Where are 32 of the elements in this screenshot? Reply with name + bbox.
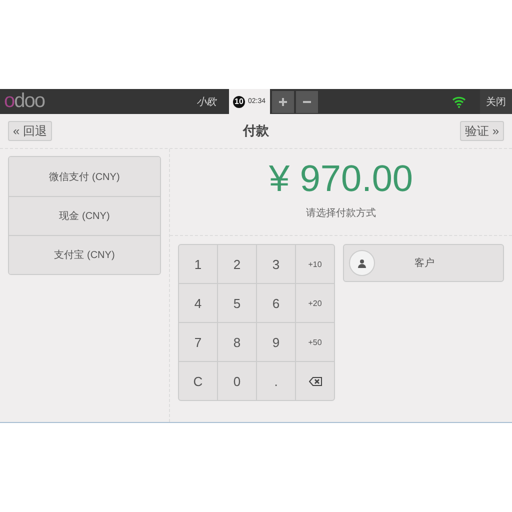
keypad-key[interactable]: 5 <box>218 284 256 322</box>
keypad-key[interactable]: 1 <box>179 245 217 283</box>
page-title: 付款 <box>243 123 269 140</box>
amount-due: ¥ 970.00 <box>268 158 414 200</box>
keypad-key[interactable]: . <box>257 362 295 400</box>
logo: odoo <box>3 89 46 114</box>
keypad-key[interactable]: +10 <box>296 245 334 283</box>
keypad-key[interactable]: 7 <box>179 323 217 361</box>
wifi-icon <box>452 96 466 108</box>
keypad-key[interactable]: 8 <box>218 323 256 361</box>
validate-button[interactable]: 验证 » <box>460 121 504 141</box>
backspace-icon[interactable] <box>296 362 334 400</box>
keypad-key[interactable]: +50 <box>296 323 334 361</box>
minus-icon[interactable] <box>296 90 318 112</box>
keypad-key[interactable]: 0 <box>218 362 256 400</box>
payment-method-button[interactable]: 微信支付 (CNY) <box>9 157 160 196</box>
keypad-key[interactable]: +20 <box>296 284 334 322</box>
plus-icon[interactable] <box>272 90 294 112</box>
back-button[interactable]: « 回退 <box>8 121 52 141</box>
hint-text: 请选择付款方式 <box>306 206 376 220</box>
payment-method-button[interactable]: 支付宝 (CNY) <box>9 235 160 274</box>
keypad-key[interactable]: 6 <box>257 284 295 322</box>
keypad-key[interactable]: 4 <box>179 284 217 322</box>
keypad-key[interactable]: C <box>179 362 217 400</box>
user-name: 小欧 <box>196 96 218 108</box>
payment-method-button[interactable]: 现金 (CNY) <box>9 196 160 235</box>
keypad-key[interactable]: 3 <box>257 245 295 283</box>
customer-button[interactable]: 客户 <box>343 244 504 282</box>
keypad-key[interactable]: 9 <box>257 323 295 361</box>
close-button[interactable]: 关闭 <box>480 89 512 114</box>
person-icon <box>358 258 366 268</box>
keypad-key[interactable]: 2 <box>218 245 256 283</box>
